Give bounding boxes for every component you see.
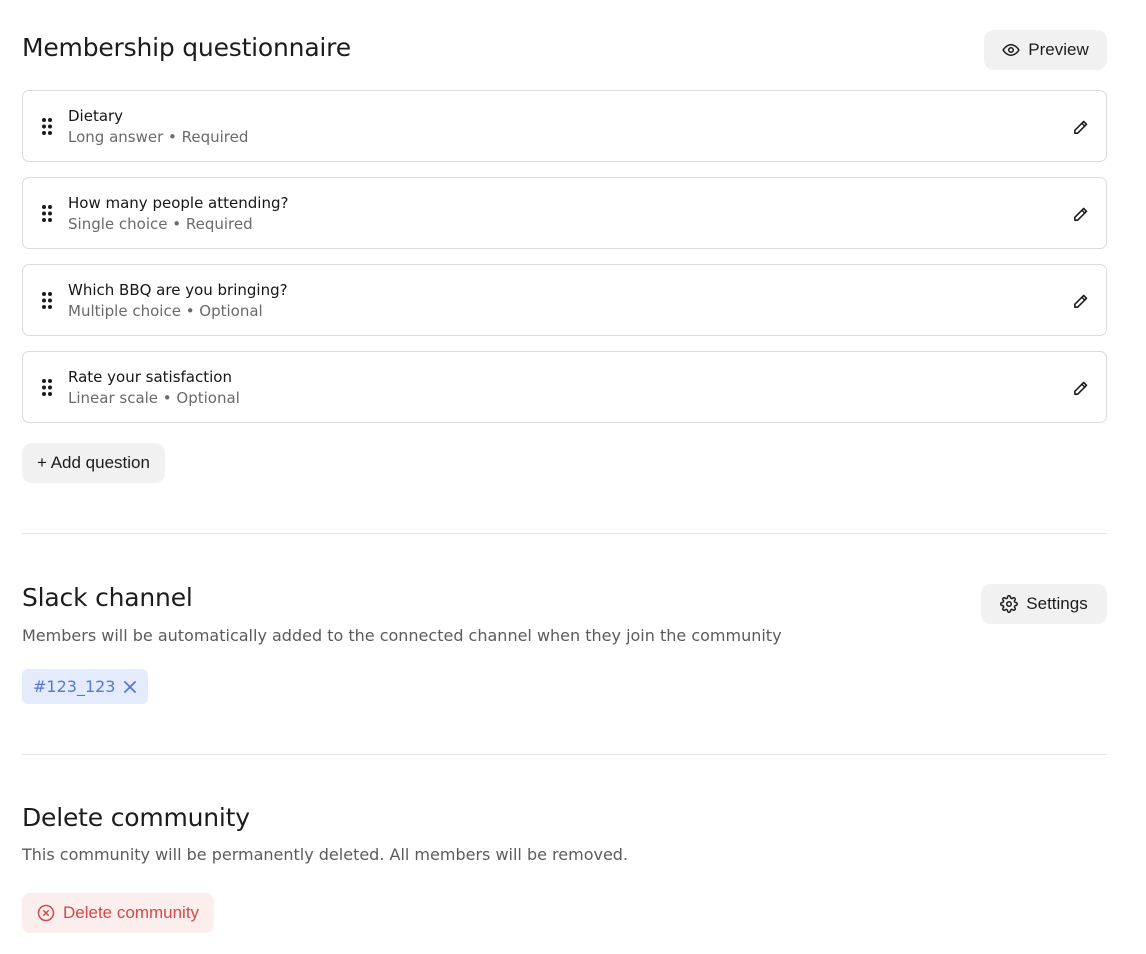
question-title: Rate your satisfaction bbox=[68, 368, 232, 386]
question-card[interactable]: Which BBQ are you bringing? Multiple cho… bbox=[22, 264, 1107, 336]
drag-handle-icon[interactable] bbox=[42, 205, 52, 226]
question-title: How many people attending? bbox=[68, 194, 289, 212]
drag-handle-icon[interactable] bbox=[42, 379, 52, 400]
question-subtitle: Linear scale • Optional bbox=[68, 389, 240, 407]
preview-button[interactable]: Preview bbox=[984, 30, 1107, 70]
question-card[interactable]: How many people attending? Single choice… bbox=[22, 177, 1107, 249]
slack-description: Members will be automatically added to t… bbox=[22, 626, 782, 645]
channel-name: #123_123 bbox=[33, 677, 116, 696]
questionnaire-title: Membership questionnaire bbox=[22, 33, 351, 62]
question-card[interactable]: Dietary Long answer • Required bbox=[22, 90, 1107, 162]
edit-pencil-icon[interactable] bbox=[1070, 378, 1090, 398]
drag-handle-icon[interactable] bbox=[42, 118, 52, 139]
question-subtitle: Multiple choice • Optional bbox=[68, 302, 263, 320]
question-title: Which BBQ are you bringing? bbox=[68, 281, 288, 299]
section-divider bbox=[22, 533, 1107, 534]
question-card[interactable]: Rate your satisfaction Linear scale • Op… bbox=[22, 351, 1107, 423]
delete-description: This community will be permanently delet… bbox=[22, 845, 629, 864]
delete-button-label: Delete community bbox=[63, 903, 200, 922]
section-divider bbox=[22, 754, 1107, 755]
drag-handle-icon[interactable] bbox=[42, 292, 52, 313]
add-question-button[interactable]: + Add question bbox=[22, 443, 165, 483]
settings-label: Settings bbox=[1026, 594, 1088, 613]
question-subtitle: Long answer • Required bbox=[68, 128, 249, 146]
gear-icon bbox=[1000, 595, 1019, 613]
edit-pencil-icon[interactable] bbox=[1070, 204, 1090, 224]
question-title: Dietary bbox=[68, 107, 124, 125]
settings-button[interactable]: Settings bbox=[981, 584, 1107, 624]
delete-section-title: Delete community bbox=[22, 803, 250, 832]
question-subtitle: Single choice • Required bbox=[68, 215, 253, 233]
slack-section-title: Slack channel bbox=[22, 583, 193, 612]
close-icon[interactable] bbox=[123, 680, 137, 694]
circle-x-icon bbox=[37, 904, 55, 922]
preview-label: Preview bbox=[1028, 40, 1089, 59]
edit-pencil-icon[interactable] bbox=[1070, 291, 1090, 311]
edit-pencil-icon[interactable] bbox=[1070, 117, 1090, 137]
delete-community-button[interactable]: Delete community bbox=[22, 893, 215, 933]
question-list: Dietary Long answer • Required How many … bbox=[22, 90, 1107, 438]
eye-icon bbox=[1002, 41, 1020, 59]
channel-tag: #123_123 bbox=[22, 669, 149, 704]
